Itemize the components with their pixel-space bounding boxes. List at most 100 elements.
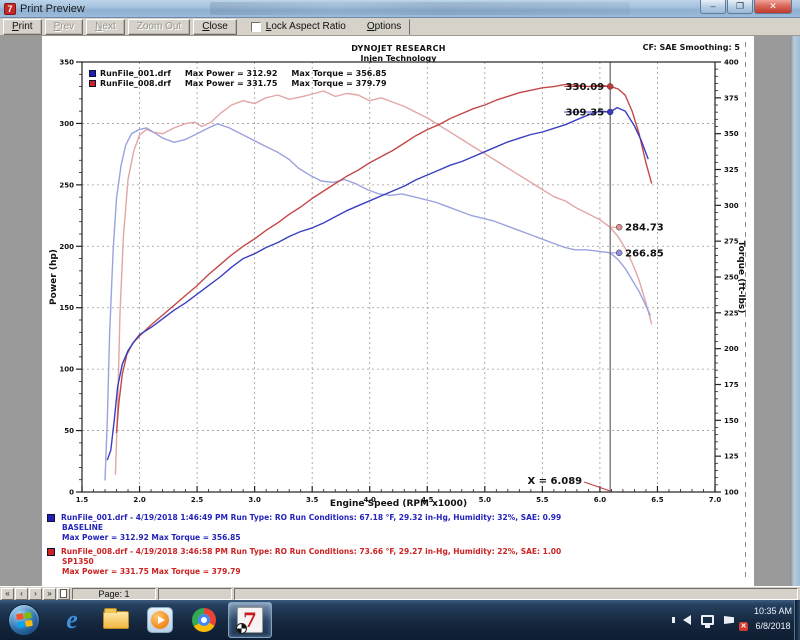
left-tick-label: 100 bbox=[59, 366, 74, 374]
close-preview-button[interactable]: Close bbox=[193, 19, 237, 35]
right-tick-label: 300 bbox=[724, 202, 739, 210]
lock-aspect-ratio-label: Lock Aspect Ratio bbox=[266, 21, 346, 32]
run-details: RunFile_001.drf - 4/19/2018 1:46:49 PM R… bbox=[61, 513, 561, 523]
left-tick-label: 150 bbox=[59, 304, 74, 312]
run-info-sp1350: RunFile_008.drf - 4/19/2018 3:46:58 PM R… bbox=[47, 547, 561, 577]
left-tick-label: 50 bbox=[64, 427, 74, 435]
run-info-baseline: RunFile_001.drf - 4/19/2018 1:46:49 PM R… bbox=[47, 513, 561, 543]
next-page-button[interactable]: › bbox=[29, 588, 42, 600]
winpep7-icon: 7 bbox=[237, 607, 263, 633]
right-tick-label: 175 bbox=[724, 381, 739, 389]
cursor-marker bbox=[607, 83, 613, 89]
maximize-button[interactable]: ❐ bbox=[727, 0, 753, 14]
next-button[interactable]: Next bbox=[86, 19, 125, 35]
left-tick-label: 250 bbox=[59, 181, 74, 189]
volume-icon[interactable] bbox=[683, 615, 691, 625]
left-tick-label: 0 bbox=[69, 489, 74, 497]
taskbar-item-internet-explorer[interactable]: e bbox=[52, 602, 92, 638]
run-label: SP1350 bbox=[47, 557, 561, 567]
legend-max-power: Max Power = 331.75 bbox=[185, 79, 278, 88]
first-page-button[interactable]: « bbox=[1, 588, 14, 600]
cursor-marker bbox=[607, 109, 613, 115]
legend-file: RunFile_008.drf bbox=[100, 79, 171, 88]
prev-button[interactable]: Prev bbox=[45, 19, 84, 35]
window-frame-edge bbox=[790, 36, 800, 586]
taskbar-clock[interactable]: 10:35 AM 6/8/2018 bbox=[754, 604, 792, 634]
run-label: BASELINE bbox=[47, 523, 561, 533]
chart-title: DYNOJET RESEARCH bbox=[82, 44, 715, 53]
toolbar: Print Prev Next Zoom Out Close Lock Aspe… bbox=[0, 18, 800, 36]
legend-max-power: Max Power = 312.92 bbox=[185, 69, 278, 78]
action-center-flag-icon[interactable] bbox=[724, 616, 734, 624]
folder-icon bbox=[103, 611, 129, 629]
curve-power_blue bbox=[107, 108, 648, 461]
left-axis-title: Power (hp) bbox=[49, 237, 59, 317]
network-icon[interactable] bbox=[701, 615, 714, 625]
legend-swatch-blue bbox=[89, 70, 96, 77]
run-swatch-red bbox=[47, 548, 55, 556]
correction-smoothing-label: CF: SAE Smoothing: 5 bbox=[643, 43, 740, 52]
cursor-value-label: 284.73 bbox=[625, 223, 664, 234]
windows-logo-icon bbox=[16, 612, 33, 629]
window-title: Print Preview bbox=[20, 3, 85, 15]
minimize-button[interactable]: – bbox=[700, 0, 726, 14]
right-tick-label: 100 bbox=[724, 489, 739, 497]
right-tick-label: 400 bbox=[724, 59, 739, 67]
cursor-marker bbox=[616, 224, 622, 230]
clock-time: 10:35 AM bbox=[754, 604, 792, 619]
system-tray bbox=[683, 600, 744, 640]
soccer-ball-icon bbox=[236, 623, 247, 634]
cursor-value-label: 330.09 bbox=[566, 82, 605, 93]
winpep-app-icon: 7 bbox=[4, 3, 16, 15]
close-window-button[interactable]: ✕ bbox=[754, 0, 792, 14]
right-tick-label: 200 bbox=[724, 345, 739, 353]
action-center-alert-icon: ✕ bbox=[739, 622, 748, 631]
clock-date: 6/8/2018 bbox=[754, 619, 792, 634]
right-tick-label: 350 bbox=[724, 130, 739, 138]
legend-max-torque: Max Torque = 356.85 bbox=[291, 69, 386, 78]
lock-aspect-ratio-checkbox[interactable] bbox=[251, 22, 261, 32]
document-icon bbox=[60, 589, 67, 598]
zoom-out-button[interactable]: Zoom Out bbox=[128, 19, 190, 35]
status-panel bbox=[158, 588, 232, 600]
show-desktop-button[interactable] bbox=[794, 600, 800, 640]
statusbar: « ‹ › » Page: 1 bbox=[0, 586, 800, 600]
run-details: RunFile_008.drf - 4/19/2018 3:46:58 PM R… bbox=[61, 547, 561, 557]
prev-page-button[interactable]: ‹ bbox=[15, 588, 28, 600]
taskbar-item-media-player[interactable] bbox=[140, 602, 180, 638]
options-button[interactable]: Options bbox=[358, 19, 410, 35]
right-tick-label: 150 bbox=[724, 417, 739, 425]
chart-legend: RunFile_001.drf Max Power = 312.92 Max T… bbox=[89, 68, 401, 88]
legend-swatch-red bbox=[89, 80, 96, 87]
left-tick-label: 200 bbox=[59, 243, 74, 251]
left-tick-label: 300 bbox=[59, 120, 74, 128]
last-page-button[interactable]: » bbox=[43, 588, 56, 600]
legend-max-torque: Max Torque = 379.79 bbox=[291, 79, 386, 88]
print-button[interactable]: Print bbox=[3, 19, 42, 35]
legend-row-sp1350: RunFile_008.drf Max Power = 331.75 Max T… bbox=[89, 78, 401, 88]
start-button[interactable] bbox=[8, 604, 40, 636]
right-tick-label: 125 bbox=[724, 453, 739, 461]
run-swatch-blue bbox=[47, 514, 55, 522]
taskbar-item-chrome[interactable] bbox=[184, 602, 224, 638]
print-preview-page: 1.52.02.53.03.54.04.55.05.56.06.57.00501… bbox=[42, 36, 754, 586]
right-tick-label: 375 bbox=[724, 94, 739, 102]
x-axis-title: Engine Speed (RPM x1000) bbox=[82, 499, 715, 509]
curve-torque_red bbox=[115, 91, 651, 475]
titlebar[interactable]: 7 Print Preview – ❐ ✕ bbox=[0, 0, 800, 18]
cursor-x-label: X = 6.089 bbox=[527, 476, 582, 487]
right-tick-label: 325 bbox=[724, 166, 739, 174]
taskbar-item-windows-explorer[interactable] bbox=[96, 602, 136, 638]
taskbar-item-winpep7-active[interactable]: 7 bbox=[228, 602, 272, 638]
chart-subtitle: Injen Technology bbox=[82, 54, 715, 63]
left-tick-label: 350 bbox=[59, 59, 74, 67]
legend-row-baseline: RunFile_001.drf Max Power = 312.92 Max T… bbox=[89, 68, 401, 78]
cursor-value-label: 266.85 bbox=[625, 248, 664, 259]
background-window-ghost bbox=[210, 2, 630, 15]
media-player-icon bbox=[147, 607, 173, 633]
page-setup-button[interactable] bbox=[57, 588, 70, 600]
internet-explorer-icon: e bbox=[66, 605, 78, 635]
cursor-value-label: 309.35 bbox=[566, 107, 605, 118]
print-preview-window: 7 Print Preview – ❐ ✕ Print Prev Next Zo… bbox=[0, 0, 800, 640]
cursor-marker bbox=[616, 250, 622, 256]
